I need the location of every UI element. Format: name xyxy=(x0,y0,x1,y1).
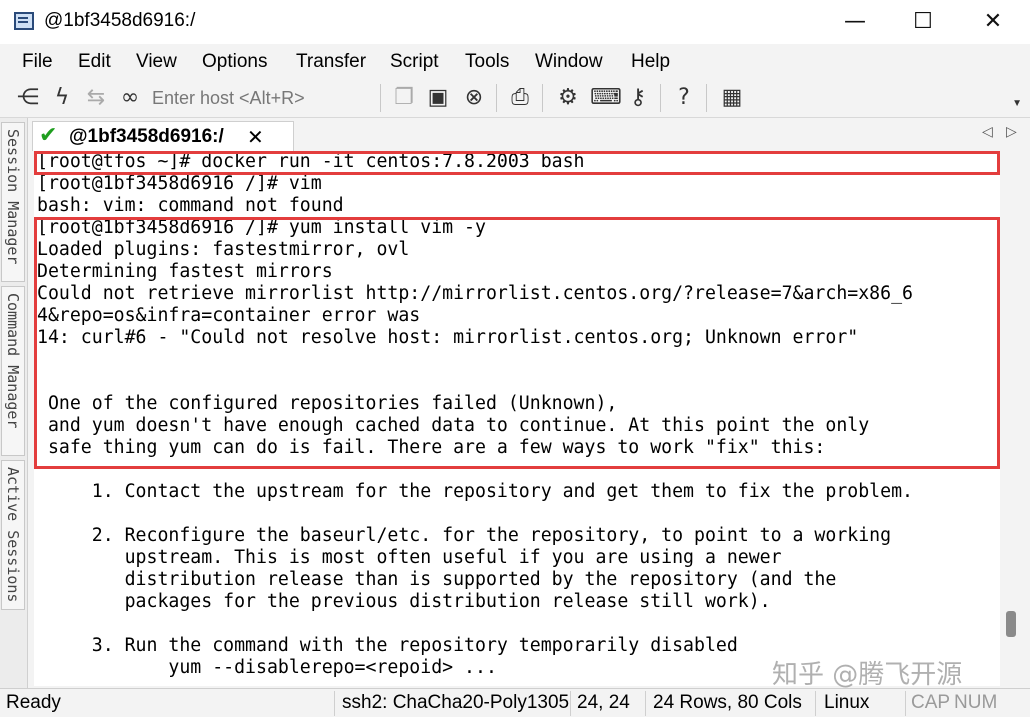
status-bar: Ready ssh2: ChaCha20-Poly1305 24, 24 24 … xyxy=(0,688,1030,717)
toolbar-separator xyxy=(496,84,497,112)
session-tab[interactable]: ✔ @1bf3458d6916:/ ✕ xyxy=(32,121,294,151)
toolbar: ⋲ ϟ ⇆ ∞ ❐ ▣ ⊗ ⎙ ⚙ ⌨ ⚷ ? ▦ ▼ xyxy=(0,78,1030,118)
host-input[interactable] xyxy=(152,84,372,112)
status-os: Linux xyxy=(824,692,870,713)
terminal-line: upstream. This is most often useful if y… xyxy=(37,547,782,568)
connect-icon[interactable]: ⋲ xyxy=(14,84,42,112)
highlight-box-docker-run xyxy=(34,151,1000,175)
status-cursor-position: 24, 24 xyxy=(577,692,630,713)
window-title: @1bf3458d6916:/ xyxy=(44,10,196,31)
close-tab-icon[interactable]: ✕ xyxy=(247,125,264,149)
terminal-line: 1. Contact the upstream for the reposito… xyxy=(37,481,913,502)
status-separator xyxy=(334,691,335,716)
gear-icon[interactable]: ⚙ xyxy=(554,84,582,112)
menu-options[interactable]: Options xyxy=(202,51,267,73)
menu-edit[interactable]: Edit xyxy=(78,51,111,73)
status-separator xyxy=(570,691,571,716)
terminal-screen[interactable]: [root@tfos ~]# docker run -it centos:7.8… xyxy=(34,151,1000,686)
menu-view[interactable]: View xyxy=(136,51,177,73)
reconnect-icon[interactable]: ⇆ xyxy=(82,84,110,112)
binoculars-icon[interactable]: ⊗ xyxy=(460,84,488,112)
status-terminal-size: 24 Rows, 80 Cols xyxy=(653,692,802,713)
command-manager-label: Command Manager xyxy=(4,293,22,429)
check-icon: ✔ xyxy=(39,123,58,148)
status-caps-lock: CAP xyxy=(911,692,951,713)
sftp-icon[interactable]: ▦ xyxy=(718,84,746,112)
session-tab-strip: ✔ @1bf3458d6916:/ ✕ ◁ ▷ xyxy=(28,118,1030,151)
key-icon[interactable]: ⚷ xyxy=(624,84,652,112)
status-separator xyxy=(905,691,906,716)
status-ready: Ready xyxy=(6,692,61,713)
securecrt-app-icon[interactable] xyxy=(14,12,34,30)
menu-bar: File Edit View Options Transfer Script T… xyxy=(0,44,1030,78)
terminal-scrollbar[interactable] xyxy=(1000,151,1022,686)
toolbar-separator xyxy=(542,84,543,112)
toolbar-separator xyxy=(380,84,381,112)
close-window-button[interactable]: ✕ xyxy=(970,8,1016,36)
menu-tools[interactable]: Tools xyxy=(465,51,509,73)
copy-icon[interactable]: ❐ xyxy=(390,84,418,112)
paste-icon[interactable]: ▣ xyxy=(424,84,452,112)
highlight-box-yum-error xyxy=(34,217,1000,469)
status-cipher: ssh2: ChaCha20-Poly1305 xyxy=(342,692,570,713)
printer-icon[interactable]: ⎙ xyxy=(506,84,534,112)
help-icon[interactable]: ? xyxy=(670,84,698,112)
menu-script[interactable]: Script xyxy=(390,51,439,73)
terminal-line: bash: vim: command not found xyxy=(37,195,344,216)
menu-transfer[interactable]: Transfer xyxy=(296,51,366,73)
terminal-line: packages for the previous distribution r… xyxy=(37,591,771,612)
keyboard-icon[interactable]: ⌨ xyxy=(590,84,622,112)
terminal-line: 2. Reconfigure the baseurl/etc. for the … xyxy=(37,525,892,546)
status-num-lock: NUM xyxy=(954,692,998,713)
terminal-line: [root@1bf3458d6916 /]# vim xyxy=(37,173,322,194)
toolbar-overflow-icon[interactable]: ▼ xyxy=(1012,98,1022,109)
status-separator xyxy=(645,691,646,716)
tab-prev-icon[interactable]: ◁ xyxy=(982,124,993,140)
terminal-line: distribution release than is supported b… xyxy=(37,569,837,590)
title-bar: @1bf3458d6916:/ — ☐ ✕ xyxy=(0,0,1030,44)
side-panel: Session Manager Command Manager Active S… xyxy=(0,118,28,688)
status-separator xyxy=(815,691,816,716)
minimize-button[interactable]: — xyxy=(832,8,878,36)
lightning-icon[interactable]: ϟ xyxy=(48,84,76,112)
session-manager-tab[interactable]: Session Manager xyxy=(1,122,25,282)
tab-next-icon[interactable]: ▷ xyxy=(1006,124,1017,140)
menu-help[interactable]: Help xyxy=(631,51,670,73)
toolbar-separator xyxy=(706,84,707,112)
menu-file[interactable]: File xyxy=(22,51,53,73)
active-sessions-label: Active Sessions xyxy=(4,467,22,603)
menu-window[interactable]: Window xyxy=(535,51,603,73)
scrollbar-thumb[interactable] xyxy=(1006,611,1016,637)
session-tab-label: @1bf3458d6916:/ xyxy=(69,126,224,147)
session-manager-label: Session Manager xyxy=(4,129,22,265)
watermark: 知乎 @腾飞开源 xyxy=(772,660,963,690)
maximize-button[interactable]: ☐ xyxy=(900,8,946,36)
active-sessions-tab[interactable]: Active Sessions xyxy=(1,460,25,610)
command-manager-tab[interactable]: Command Manager xyxy=(1,286,25,456)
terminal-line: yum --disablerepo=<repoid> ... xyxy=(37,657,497,678)
toolbar-separator xyxy=(660,84,661,112)
disconnect-icon[interactable]: ∞ xyxy=(116,84,144,112)
terminal-line: 3. Run the command with the repository t… xyxy=(37,635,738,656)
